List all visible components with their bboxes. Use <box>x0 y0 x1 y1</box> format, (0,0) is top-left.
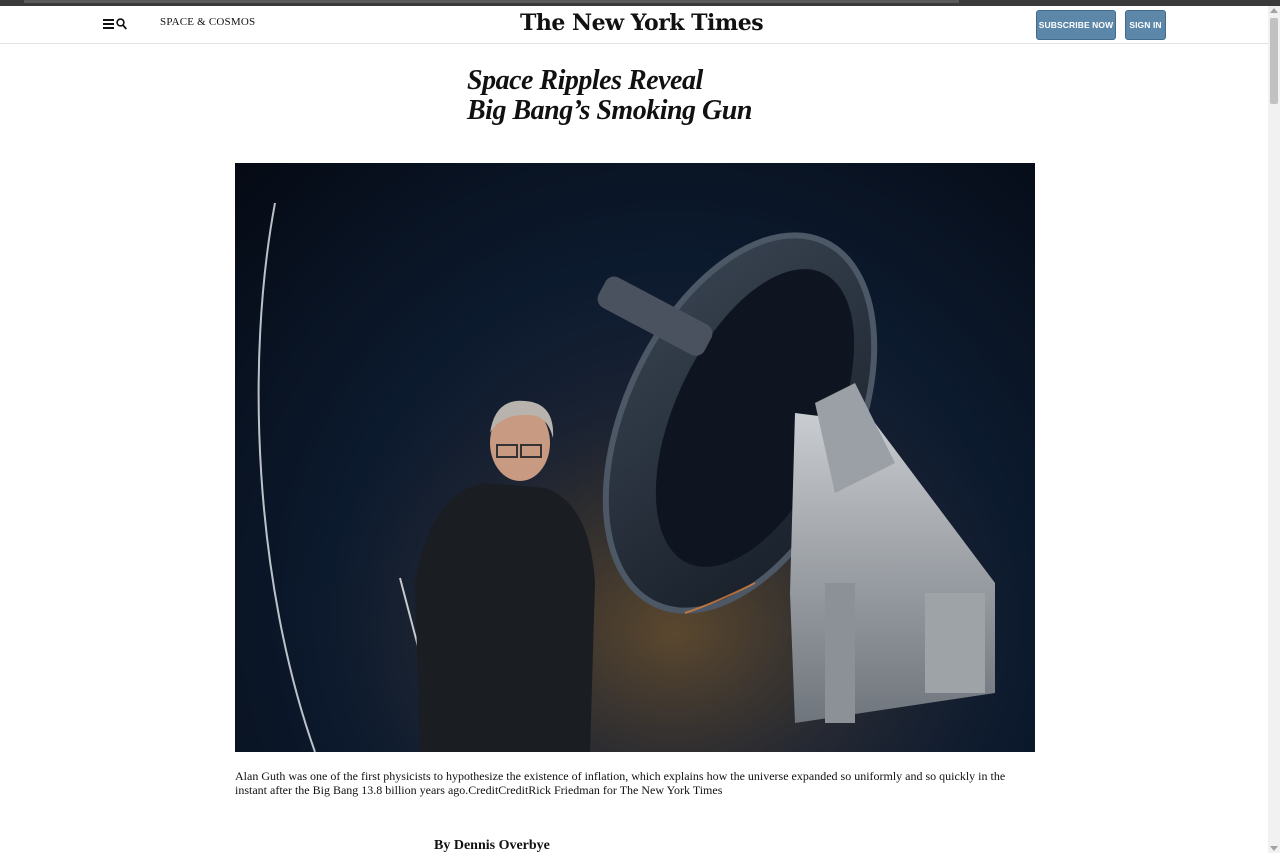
scroll-down-arrow-icon[interactable] <box>1270 846 1278 851</box>
section-link[interactable]: SPACE & COSMOS <box>160 16 255 28</box>
page-scrollbar[interactable] <box>1268 6 1280 853</box>
search-icon[interactable] <box>116 18 127 30</box>
subscribe-button[interactable]: SUBSCRIBE NOW <box>1036 10 1116 40</box>
menu-icon[interactable] <box>103 19 114 29</box>
photo-caption: Alan Guth was one of the first physicist… <box>235 769 1006 797</box>
scrollbar-thumb[interactable] <box>1270 18 1278 104</box>
article-photo <box>235 163 1035 752</box>
headline-line-2: Big Bang’s Smoking Gun <box>467 95 752 126</box>
article-headline: Space Ripples Reveal Big Bang’s Smoking … <box>467 66 787 126</box>
scroll-up-arrow-icon[interactable] <box>1270 8 1278 13</box>
browser-tab[interactable] <box>24 0 959 3</box>
site-logo[interactable]: The New York Times <box>520 6 764 40</box>
article-byline[interactable]: By Dennis Overbye <box>434 838 550 854</box>
sign-in-button[interactable]: SIGN IN <box>1125 10 1166 40</box>
site-header: SPACE & COSMOS The New York Times SUBSCR… <box>0 6 1268 44</box>
headline-line-1: Space Ripples Reveal <box>467 65 703 96</box>
